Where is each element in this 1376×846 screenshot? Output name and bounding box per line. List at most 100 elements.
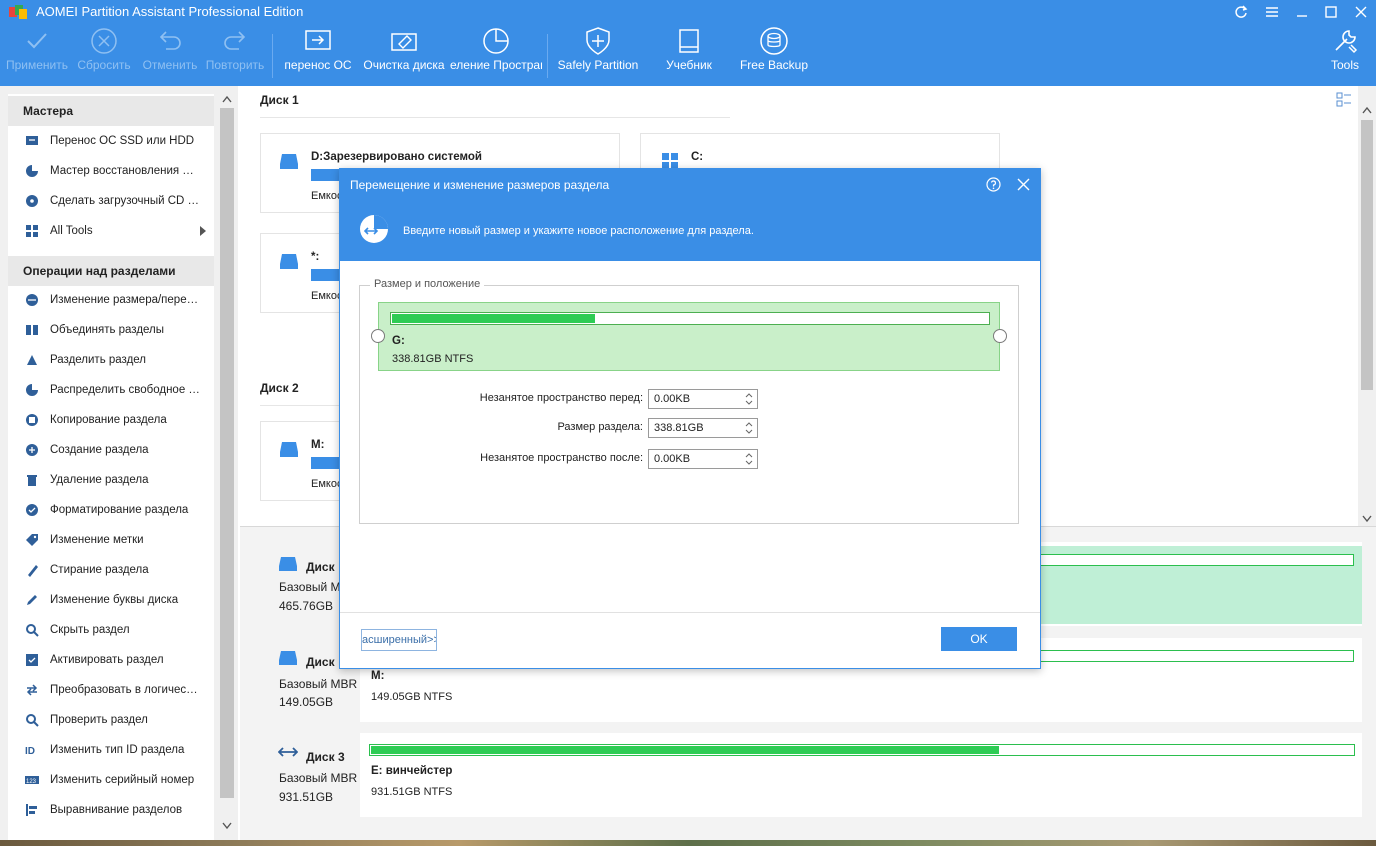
unallocated-before-input[interactable]: 0.00KB	[648, 389, 758, 409]
disk2-header: Диск 2	[260, 381, 299, 395]
scroll-up-icon[interactable]	[1362, 106, 1372, 114]
partition-name: D:Зарезервировано системой	[311, 151, 482, 163]
redo-button[interactable]: Повторить	[204, 24, 266, 86]
left-resize-handle[interactable]	[371, 329, 385, 343]
sidebar-item-op[interactable]: Выравнивание разделов	[24, 799, 210, 821]
menu-icon[interactable]	[1262, 2, 1282, 22]
sidebar-item-op[interactable]: Форматирование раздела	[24, 499, 210, 521]
apply-button[interactable]: Применить	[4, 24, 70, 86]
disk-row-3[interactable]: Диск 3 Базовый MBR 931.51GB E: винчейсте…	[256, 733, 1362, 817]
recovery-icon	[24, 163, 40, 179]
sidebar-item-op[interactable]: 123 Изменить серийный номер	[24, 769, 210, 791]
sidebar-item-migrate-os[interactable]: Перенос ОС SSD или HDD	[24, 130, 210, 152]
sidebar-scroll-thumb[interactable]	[220, 108, 234, 798]
usage-bar	[369, 744, 1355, 756]
migrate-os-label: перенос ОС	[284, 58, 352, 72]
sidebar-item-op[interactable]: Изменение буквы диска	[24, 589, 210, 611]
partition-name: M:	[371, 670, 385, 682]
tutorial-button[interactable]: Учебник	[656, 24, 722, 86]
free-backup-button[interactable]: Free Backup	[736, 24, 812, 86]
advanced-button[interactable]: асширенный>>	[361, 629, 437, 651]
sidebar-item-op[interactable]: Изменение размера/перемещение	[24, 289, 210, 311]
sidebar-item-label: All Tools	[50, 225, 93, 237]
usage-bar	[1038, 554, 1354, 566]
scroll-up-icon[interactable]	[222, 95, 232, 103]
sidebar-item-op[interactable]: Преобразовать в логический	[24, 679, 210, 701]
group-title: Размер и положение	[370, 278, 485, 290]
sidebar-item-label: Активировать раздел	[50, 654, 164, 666]
tools-button[interactable]: Tools	[1322, 24, 1368, 86]
sidebar-item-op[interactable]: Активировать раздел	[24, 649, 210, 671]
check-partition-icon	[24, 712, 40, 728]
dialog-title: Перемещение и изменение размеров раздела	[350, 178, 610, 192]
sidebar-item-op[interactable]: Копирование раздела	[24, 409, 210, 431]
view-toggle-icon[interactable]	[1336, 92, 1352, 108]
refresh-icon[interactable]	[1231, 2, 1251, 22]
sidebar-item-label: Мастер восстановления раздела	[50, 165, 200, 177]
discard-button[interactable]: Сбросить	[72, 24, 136, 86]
close-icon[interactable]	[1017, 178, 1030, 191]
toolbar-separator	[547, 34, 548, 78]
bootable-cd-icon	[24, 193, 40, 209]
sidebar-item-op[interactable]: Скрыть раздел	[24, 619, 210, 641]
sidebar-item-label: Изменить серийный номер	[50, 774, 195, 786]
partition-name: G:	[392, 335, 405, 347]
minimize-icon[interactable]	[1292, 2, 1312, 22]
sidebar-item-bootable-cd[interactable]: Сделать загрузочный CD мастер	[24, 190, 210, 212]
sidebar-item-op[interactable]: Создание раздела	[24, 439, 210, 461]
capacity-label: Емкос	[311, 290, 343, 302]
sidebar-item-label: Копирование раздела	[50, 414, 167, 426]
main-scroll-thumb[interactable]	[1361, 120, 1373, 390]
spinner-arrows-icon[interactable]	[744, 391, 754, 407]
allocate-space-button[interactable]: еление Пространс	[450, 24, 542, 86]
spinner-arrows-icon[interactable]	[744, 420, 754, 436]
sidebar-item-op[interactable]: Стирание раздела	[24, 559, 210, 581]
sidebar-item-op[interactable]: Разделить раздел	[24, 349, 210, 371]
undo-button[interactable]: Отменить	[138, 24, 202, 86]
sidebar-item-all-tools[interactable]: All Tools	[24, 220, 210, 242]
disk-title: Диск 3	[306, 750, 345, 764]
capacity-label: Емкос	[311, 478, 343, 490]
close-window-icon[interactable]	[1351, 2, 1371, 22]
unallocated-after-input[interactable]: 0.00KB	[648, 449, 758, 469]
ok-button[interactable]: OK	[941, 627, 1017, 651]
size-position-group: Размер и положение G: 338.81GB NTFS Неза…	[359, 278, 1019, 524]
grid-icon	[24, 223, 40, 239]
sidebar-item-op[interactable]: Проверить раздел	[24, 709, 210, 731]
sidebar-item-op[interactable]: Объединять разделы	[24, 319, 210, 341]
redo-icon	[221, 24, 249, 58]
wipe-disk-button[interactable]: Очистка диска	[360, 24, 448, 86]
sidebar-item-label: Перенос ОС SSD или HDD	[50, 135, 195, 147]
trash-icon	[24, 472, 40, 488]
sidebar-item-label: Сделать загрузочный CD мастер	[50, 195, 200, 207]
maximize-icon[interactable]	[1321, 2, 1341, 22]
format-icon	[24, 502, 40, 518]
sidebar-item-op[interactable]: ID Изменить тип ID раздела	[24, 739, 210, 761]
align-icon	[24, 802, 40, 818]
toolbar-separator	[272, 34, 273, 78]
svg-text:123: 123	[26, 779, 37, 785]
right-resize-handle[interactable]	[993, 329, 1007, 343]
sidebar-item-recovery[interactable]: Мастер восстановления раздела	[24, 160, 210, 182]
tools-label: Tools	[1330, 58, 1359, 72]
sidebar-item-op[interactable]: Удаление раздела	[24, 469, 210, 491]
toolbar: Применить Сбросить Отменить Повторить пе…	[0, 24, 1376, 86]
check-icon	[25, 24, 49, 58]
scroll-down-icon[interactable]	[222, 822, 232, 830]
safely-partition-button[interactable]: Safely Partition	[556, 24, 640, 86]
partition-size-input[interactable]: 338.81GB	[648, 418, 758, 438]
sidebar-item-label: Изменить тип ID раздела	[50, 744, 185, 756]
scroll-down-icon[interactable]	[1362, 515, 1372, 523]
spinner-arrows-icon[interactable]	[744, 451, 754, 467]
sidebar-item-label: Удаление раздела	[50, 474, 149, 486]
migrate-os-button[interactable]: перенос ОС	[282, 24, 354, 86]
sidebar-item-op[interactable]: Распределить свободное пространство	[24, 379, 210, 401]
activate-icon	[24, 652, 40, 668]
wipe-disk-icon	[389, 24, 419, 58]
partition-resize-box[interactable]: G: 338.81GB NTFS	[378, 302, 1000, 371]
disk-type: Базовый MBR	[279, 771, 358, 785]
sidebar-item-op[interactable]: Изменение метки	[24, 529, 210, 551]
help-icon[interactable]	[986, 177, 1001, 192]
drive-icon	[279, 152, 299, 170]
partition-size-label: Размер раздела:	[557, 421, 643, 433]
